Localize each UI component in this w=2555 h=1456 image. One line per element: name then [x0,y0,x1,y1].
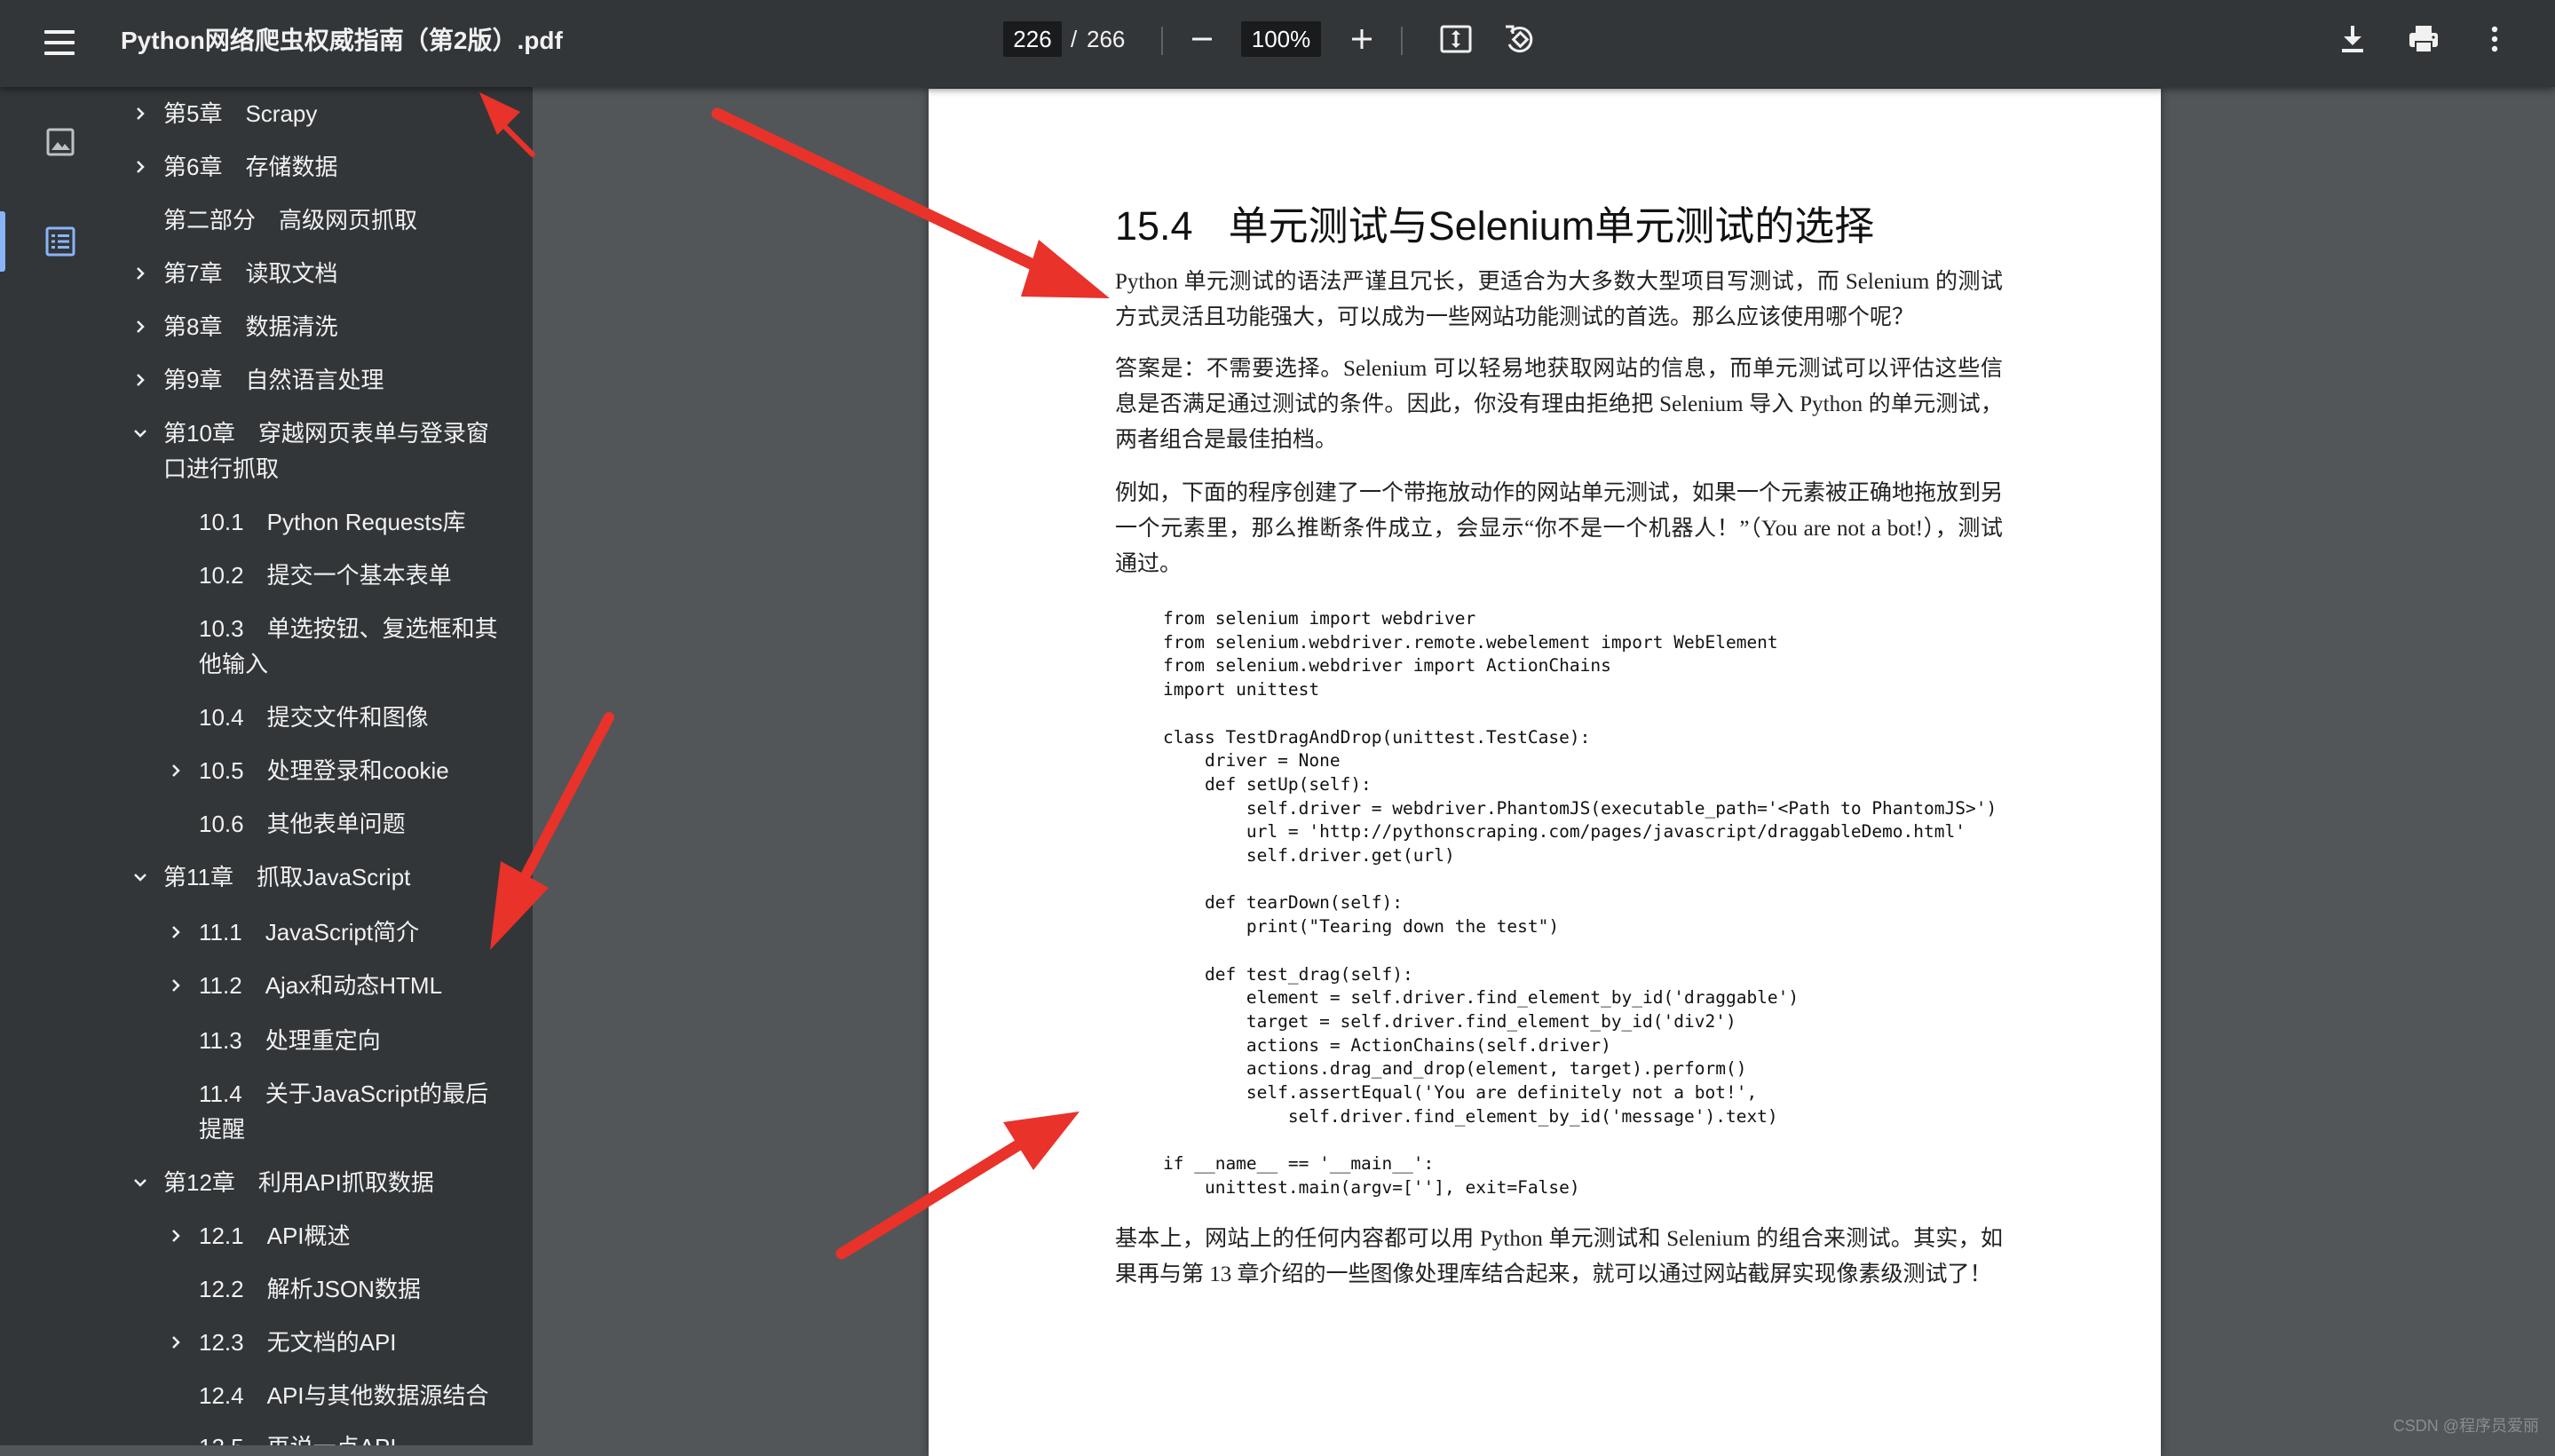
paragraph: 答案是：不需要选择。Selenium 可以轻易地获取网站的信息，而单元测试可以评… [1115,357,2003,452]
section-heading: 15.4 单元测试与Selenium单元测试的选择 [1115,194,1874,251]
outline-item[interactable]: 12.5 再说一点API [199,1429,397,1445]
outline-item[interactable]: 第9章 自然语言处理 [163,362,384,398]
menu-icon[interactable] [39,23,82,64]
chevron-down-icon[interactable] [130,423,151,444]
outline-item[interactable]: 第6章 存储数据 [163,149,337,185]
outline-item[interactable]: 11.3 处理重定向 [199,1023,381,1058]
toolbar-divider [1401,27,1403,55]
active-indicator [0,211,5,272]
zoom-out-icon[interactable] [1181,18,1223,60]
zoom-in-icon[interactable] [1341,18,1383,60]
chevron-right-icon[interactable] [165,1332,186,1353]
total-pages: 266 [1087,26,1126,52]
outline-item[interactable]: 10.4 提交文件和图像 [199,700,429,735]
chevron-down-icon[interactable] [130,1172,151,1193]
print-icon[interactable] [2402,18,2445,60]
chevron-right-icon[interactable] [165,760,186,781]
outline-item[interactable]: 11.1 JavaScript简介 [199,914,419,950]
pdf-toolbar: Python网络爬虫权威指南（第2版）.pdf 226 / 266 100% [0,0,2555,87]
outline-item[interactable]: 10.1 Python Requests库 [199,504,466,540]
outline-item[interactable]: 11.4 关于JavaScript的最后提醒 [199,1076,501,1147]
chevron-right-icon[interactable] [165,922,186,943]
section-number: 15.4 [1115,203,1193,249]
outline-item[interactable]: 10.3 单选按钮、复选框和其他输入 [199,611,501,682]
chevron-right-icon[interactable] [165,1225,186,1246]
outline-item[interactable]: 第7章 读取文档 [163,256,337,291]
outline-item[interactable]: 第二部分 高级网页抓取 [163,202,417,238]
outline-item[interactable]: 12.3 无文档的API [199,1325,397,1360]
download-icon[interactable] [2331,18,2374,60]
paragraph: Python 单元测试的语法严谨且冗长，更适合为大多数大型项目写测试，而 Sel… [1115,270,2003,329]
chevron-right-icon[interactable] [130,156,151,178]
pdf-page: 15.4 单元测试与Selenium单元测试的选择 Python 单元测试的语法严… [929,89,2161,1456]
outline-item[interactable]: 第11章 抓取JavaScript [163,859,410,895]
chevron-right-icon[interactable] [165,975,186,996]
outline-item[interactable]: 第8章 数据清洗 [163,309,337,344]
outline-item[interactable]: 12.4 API与其他数据源结合 [199,1378,489,1413]
fit-page-icon[interactable] [1435,18,1477,60]
document-title: Python网络爬虫权威指南（第2版）.pdf [121,27,563,54]
thumbnails-icon[interactable] [36,117,85,167]
outline-item[interactable]: 11.2 Ajax和动态HTML [199,968,442,1003]
outline-item[interactable]: 10.6 其他表单问题 [199,806,406,842]
outline-item[interactable]: 第12章 利用API抓取数据 [163,1165,434,1200]
outline-item[interactable]: 第10章 穿越网页表单与登录窗口进行抓取 [163,415,501,487]
outline-item[interactable]: 12.2 解析JSON数据 [199,1271,421,1307]
document-outline: 第5章 Scrapy 第6章 存储数据 第二部分 高级网页抓取 第7章 读取文档… [121,87,533,1445]
code-block: from selenium import webdriver from sele… [1163,608,1997,1198]
outline-item[interactable]: 10.2 提交一个基本表单 [199,558,452,593]
rotate-icon[interactable] [1499,18,1541,60]
chevron-right-icon[interactable] [130,316,151,337]
zoom-level-input[interactable]: 100% [1241,21,1321,57]
more-icon[interactable] [2473,18,2516,60]
chevron-down-icon[interactable] [130,866,151,888]
page-number-input[interactable]: 226 [1003,21,1062,57]
sidebar-rail [0,87,121,1445]
chevron-right-icon[interactable] [130,103,151,124]
section-title: 单元测试与Selenium单元测试的选择 [1228,203,1875,249]
chevron-right-icon[interactable] [130,263,151,284]
outline-icon[interactable] [36,217,85,266]
toolbar-divider [1161,27,1163,55]
paragraph: 基本上，网站上的任何内容都可以用 Python 单元测试和 Selenium 的… [1115,1227,2003,1286]
outline-item[interactable]: 10.5 处理登录和cookie [199,753,449,788]
outline-item[interactable]: 第5章 Scrapy [163,96,317,131]
page-separator: / [1071,26,1078,52]
chevron-right-icon[interactable] [130,369,151,391]
watermark: CSDN @程序员爱丽 [2393,1417,2539,1435]
outline-item[interactable]: 12.1 API概述 [199,1218,351,1254]
paragraph: 例如，下面的程序创建了一个带拖放动作的网站单元测试，如果一个元素被正确地拖放到另… [1115,481,2004,576]
